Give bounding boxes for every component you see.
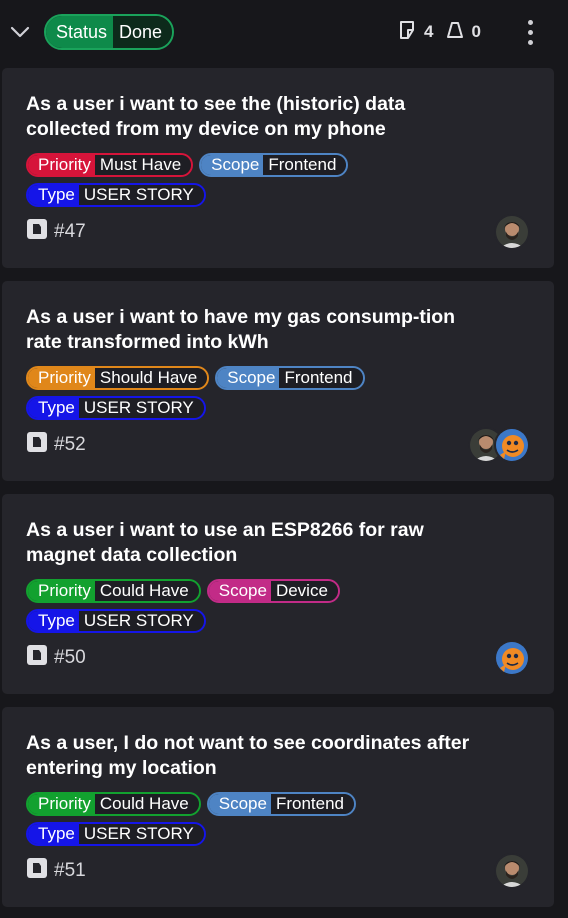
priority-tag[interactable]: Priority Should Have xyxy=(26,366,210,390)
card-title: As a user i want to have my gas consump-… xyxy=(26,306,456,353)
card-title: As a user i want to see the (historic) d… xyxy=(26,93,406,140)
orange-cartoon-avatar[interactable] xyxy=(494,640,530,676)
column-counts: 4 0 xyxy=(398,20,481,44)
priority-tag[interactable]: Priority Could Have xyxy=(26,579,201,603)
type-tag[interactable]: Type USER STORY xyxy=(26,822,206,846)
card-tags: Priority Could Have Scope Frontend Type USE… xyxy=(26,792,446,846)
draft-issue-icon xyxy=(26,857,48,885)
issue-card[interactable]: As a user i want to have my gas consump-… xyxy=(2,281,554,481)
card-title: As a user i want to use an ESP8266 for r… xyxy=(26,519,424,566)
issue-number[interactable]: #47 xyxy=(26,218,86,246)
card-tags: Priority Must Have Scope Frontend Type USER… xyxy=(26,153,446,207)
issue-number[interactable]: #52 xyxy=(26,431,86,459)
pull-request-icon xyxy=(445,20,465,45)
draft-issue-icon xyxy=(26,218,48,246)
issue-card[interactable]: As a user i want to use an ESP8266 for r… xyxy=(2,494,554,694)
card-tags: Priority Should Have Scope Frontend Type US… xyxy=(26,366,446,420)
scope-tag[interactable]: Scope Frontend xyxy=(199,153,349,177)
draft-issue-icon xyxy=(26,431,48,459)
issue-count: 4 xyxy=(424,22,434,41)
assignees xyxy=(494,214,530,250)
column-header: Status Done 4 0 xyxy=(0,0,568,64)
priority-tag[interactable]: Priority Could Have xyxy=(26,792,201,816)
type-tag[interactable]: Type USER STORY xyxy=(26,396,206,420)
bearded-user-avatar[interactable] xyxy=(494,214,530,250)
status-filter-pill[interactable]: Status Done xyxy=(44,14,175,50)
orange-cartoon-avatar[interactable] xyxy=(494,427,530,463)
scope-tag[interactable]: Scope Frontend xyxy=(215,366,365,390)
assignees xyxy=(494,640,530,676)
assignees xyxy=(494,853,530,889)
type-tag[interactable]: Type USER STORY xyxy=(26,609,206,633)
more-options-icon[interactable] xyxy=(518,16,542,48)
issue-number[interactable]: #50 xyxy=(26,644,86,672)
assignees xyxy=(468,427,530,463)
card-title: As a user, I do not want to see coordina… xyxy=(26,732,470,779)
issue-note-icon xyxy=(398,20,418,45)
status-value: Done xyxy=(113,16,173,48)
chevron-down-icon[interactable] xyxy=(8,20,32,44)
draft-issue-icon xyxy=(26,644,48,672)
scope-tag[interactable]: Scope Device xyxy=(206,579,340,603)
pull-request-count: 0 xyxy=(471,22,481,41)
card-tags: Priority Could Have Scope Device Type USER … xyxy=(26,579,446,633)
bearded-user-avatar[interactable] xyxy=(494,853,530,889)
scope-tag[interactable]: Scope Frontend xyxy=(206,792,356,816)
issue-card[interactable]: As a user, I do not want to see coordina… xyxy=(2,707,554,907)
issue-number[interactable]: #51 xyxy=(26,857,86,885)
status-key: Status xyxy=(46,16,114,48)
issue-card[interactable]: As a user i want to see the (historic) d… xyxy=(2,68,554,268)
type-tag[interactable]: Type USER STORY xyxy=(26,183,206,207)
priority-tag[interactable]: Priority Must Have xyxy=(26,153,194,177)
